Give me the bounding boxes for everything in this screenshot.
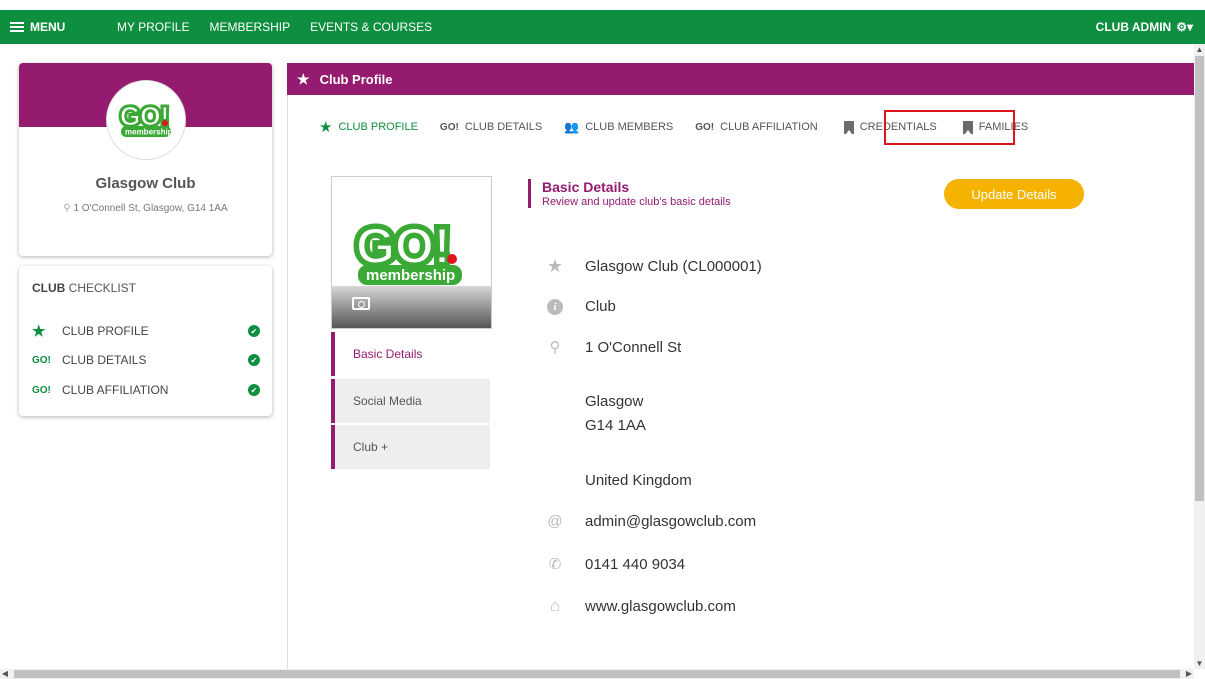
camera-icon[interactable]	[352, 297, 370, 310]
menu-button[interactable]: MENU	[0, 20, 105, 34]
go-icon: GO!	[32, 354, 51, 366]
top-nav-bar: MENU MY PROFILE MEMBERSHIP EVENTS & COUR…	[0, 10, 1205, 44]
basic-details-subtitle: Review and update club's basic details	[542, 196, 731, 208]
scroll-up-icon[interactable]: ▲	[1194, 44, 1205, 55]
check-icon: ✔	[248, 325, 260, 337]
scroll-left-icon[interactable]: ◀	[0, 669, 10, 679]
club-admin-menu[interactable]: CLUB ADMIN ⚙▾	[1096, 10, 1193, 44]
horizontal-scroll-thumb[interactable]	[14, 670, 1180, 678]
detail-club-name: ★ Glasgow Club (CL000001)	[544, 256, 762, 277]
location-pin-icon: ⚲	[63, 203, 74, 214]
star-icon: ★	[297, 70, 310, 87]
detail-country: United Kingdom	[585, 472, 692, 489]
checklist-title: CLUB CHECKLIST	[32, 281, 137, 295]
check-icon: ✔	[248, 384, 260, 396]
nav-events-courses[interactable]: EVENTS & COURSES	[310, 20, 432, 34]
detail-club-type: i Club	[544, 297, 616, 315]
main-panel-title: Club Profile	[319, 71, 393, 87]
go-icon: GO!	[439, 121, 459, 133]
detail-city: Glasgow	[585, 393, 644, 410]
vertical-scrollbar[interactable]: ▲ ▼	[1194, 44, 1205, 669]
info-icon: i	[544, 297, 566, 315]
check-icon: ✔	[248, 354, 260, 366]
vertical-scroll-thumb[interactable]	[1195, 56, 1204, 501]
checklist-item-club-details[interactable]: GO! CLUB DETAILS ✔	[32, 350, 260, 370]
side-tab-basic-details[interactable]: Basic Details	[331, 332, 490, 376]
menu-label: MENU	[30, 20, 66, 34]
club-logo-avatar: GO! GO! membership	[106, 80, 186, 160]
club-profile-card: GO! GO! membership Glasgow Club ⚲ 1 O'Co…	[19, 63, 272, 256]
club-admin-label: CLUB ADMIN	[1095, 20, 1172, 34]
detail-postcode: G14 1AA	[585, 417, 646, 434]
tab-club-members[interactable]: 👥 CLUB MEMBERS	[564, 120, 673, 134]
nav-membership[interactable]: MEMBERSHIP	[209, 20, 290, 34]
bookmark-icon	[843, 120, 854, 134]
update-details-button[interactable]: Update Details	[944, 179, 1084, 209]
go-icon: GO!	[32, 384, 51, 396]
club-name: Glasgow Club	[95, 175, 196, 192]
star-icon: ★	[32, 323, 46, 340]
basic-details-heading: Basic Details Review and update club's b…	[528, 179, 731, 208]
gear-icon: ⚙▾	[1176, 20, 1193, 34]
star-icon: ★	[546, 256, 564, 276]
members-icon: 👥	[564, 120, 580, 134]
basic-details-title: Basic Details	[542, 179, 630, 195]
checklist-item-club-profile[interactable]: ★ CLUB PROFILE ✔	[32, 321, 260, 341]
star-icon: ★	[319, 119, 333, 136]
svg-text:membership: membership	[125, 128, 173, 137]
club-address: ⚲ 1 O'Connell St, Glasgow, G14 1AA	[63, 203, 228, 214]
side-tab-club-plus[interactable]: Club +	[331, 425, 490, 469]
nav-my-profile[interactable]: MY PROFILE	[117, 20, 189, 34]
club-image-box[interactable]: GO! GO! membership	[331, 176, 492, 329]
svg-text:membership: membership	[366, 267, 455, 284]
location-pin-icon: ⚲	[549, 339, 561, 356]
at-icon: @	[547, 513, 563, 530]
tab-club-affiliation[interactable]: GO! CLUB AFFILIATION	[695, 121, 817, 133]
tab-club-details[interactable]: GO! CLUB DETAILS	[440, 121, 542, 133]
hamburger-icon	[10, 20, 24, 34]
detail-street: ⚲ 1 O'Connell St	[544, 338, 682, 357]
go-membership-logo: GO! GO! membership	[118, 99, 173, 137]
detail-phone: ✆ 0141 440 9034	[544, 555, 685, 574]
phone-icon: ✆	[548, 556, 562, 573]
credentials-highlight-box	[884, 110, 1015, 145]
scroll-right-icon[interactable]: ▶	[1184, 669, 1194, 679]
detail-email: @ admin@glasgowclub.com	[544, 513, 756, 530]
checklist-item-club-affiliation[interactable]: GO! CLUB AFFILIATION ✔	[32, 380, 260, 400]
detail-website: ⌂ www.glasgowclub.com	[544, 596, 736, 616]
main-panel-header: ★ Club Profile	[287, 63, 1194, 95]
tab-club-profile[interactable]: ★ CLUB PROFILE	[319, 118, 418, 136]
home-icon: ⌂	[549, 596, 561, 615]
go-membership-logo: GO! GO! membership	[352, 215, 462, 285]
club-checklist-card: CLUB CHECKLIST ★ CLUB PROFILE ✔ GO! CLUB…	[19, 266, 272, 416]
go-icon: GO!	[695, 121, 715, 133]
side-tab-social-media[interactable]: Social Media	[331, 379, 490, 423]
scroll-down-icon[interactable]: ▼	[1194, 658, 1205, 669]
horizontal-scrollbar[interactable]: ◀ ▶	[0, 669, 1194, 679]
main-panel-divider	[287, 95, 288, 669]
